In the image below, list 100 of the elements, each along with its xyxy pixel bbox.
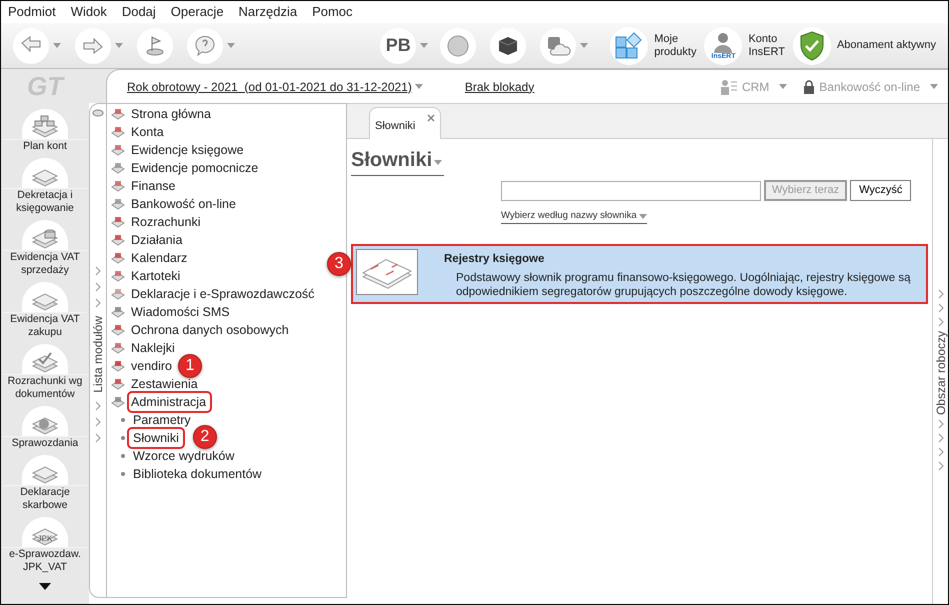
module-item[interactable]: Rozrachunki <box>131 212 200 232</box>
chevron-icon[interactable] <box>95 432 101 443</box>
module-icon <box>111 233 125 247</box>
sidebar-item[interactable]: Plan kont <box>3 139 87 153</box>
caret-icon <box>434 160 442 164</box>
menu-item[interactable]: Narzędzia <box>238 2 298 22</box>
chevron-icon[interactable] <box>938 447 944 458</box>
binder-icon <box>356 249 418 296</box>
scroll-down-icon[interactable] <box>39 583 51 590</box>
globe-icon[interactable] <box>445 32 472 58</box>
document-stack-icon[interactable]: JPK <box>22 517 68 547</box>
sidebar-item[interactable]: Deklaracje skarbowe <box>3 485 87 512</box>
chevron-icon[interactable] <box>938 419 944 430</box>
chevron-icon[interactable] <box>938 461 944 472</box>
module-item[interactable]: Naklejki <box>131 338 175 358</box>
module-icon[interactable] <box>22 220 68 250</box>
menu-item[interactable]: Pomoc <box>312 2 353 22</box>
page-title[interactable]: Słowniki <box>351 145 432 175</box>
module-item[interactable]: Działania <box>131 230 182 250</box>
toolbar-link[interactable]: Moje produkty <box>654 32 696 58</box>
pin-icon[interactable] <box>92 108 104 118</box>
caret-icon <box>420 43 428 48</box>
entry-title: Rejestry księgowe <box>444 252 546 268</box>
module-icon[interactable] <box>22 282 68 312</box>
menu-item[interactable]: Widok <box>70 2 107 22</box>
company-badge[interactable]: PB <box>380 28 416 64</box>
module-list-tab[interactable]: Lista modułów <box>89 316 107 393</box>
sidebar-item[interactable]: Rozrachunki wg dokumentów <box>3 374 87 401</box>
module-item[interactable]: Bankowość on-line <box>131 194 236 214</box>
module-subitem[interactable]: Słowniki <box>129 428 183 448</box>
module-icon <box>111 341 125 355</box>
module-item[interactable]: Administracja <box>129 392 210 412</box>
sidebar-item[interactable]: Sprawozdania <box>3 436 87 450</box>
menu-item[interactable]: Operacje <box>170 2 224 22</box>
module-icon[interactable] <box>22 455 68 485</box>
module-item[interactable]: Kalendarz <box>131 248 188 268</box>
module-icon <box>111 161 125 175</box>
caret-icon <box>930 84 938 89</box>
tab[interactable]: Słowniki <box>369 107 441 139</box>
module-item[interactable]: Finanse <box>131 176 176 196</box>
filter-selector[interactable]: Wybierz według nazwy słownika <box>501 209 637 224</box>
module-icon <box>111 143 125 157</box>
step-badge: 1 <box>178 354 202 378</box>
workspace-tab[interactable]: Obszar roboczy <box>932 331 948 416</box>
module-item[interactable]: Kartoteki <box>131 266 180 286</box>
module-item[interactable]: Konta <box>131 122 164 142</box>
caret-icon <box>227 43 235 48</box>
tiles-icon[interactable] <box>614 30 644 60</box>
module-item[interactable]: Deklaracje i e-Sprawozdawczość <box>131 284 314 304</box>
module-item[interactable]: Ewidencje księgowe <box>131 140 244 160</box>
search-field[interactable] <box>501 180 761 200</box>
toolbar-button[interactable] <box>490 28 526 64</box>
person-list-icon <box>720 78 738 94</box>
module-item[interactable]: Strona główna <box>131 104 211 124</box>
module-icon <box>111 251 125 265</box>
module-icon[interactable] <box>22 344 68 374</box>
module-icon <box>111 305 125 319</box>
chevron-icon[interactable] <box>95 416 101 427</box>
module-item[interactable]: Ewidencje pomocnicze <box>131 158 258 178</box>
module-icon[interactable] <box>22 109 68 139</box>
module-icon <box>111 377 125 391</box>
caret-icon <box>53 43 61 48</box>
shield-check-icon[interactable] <box>798 30 825 60</box>
module-subitem[interactable]: Biblioteka dokumentów <box>133 464 262 484</box>
close-icon[interactable] <box>427 114 435 122</box>
caret-icon <box>638 214 647 219</box>
module-icon[interactable] <box>22 158 68 188</box>
module-icon <box>111 215 125 229</box>
chevron-icon[interactable] <box>938 433 944 444</box>
dictionary-entry[interactable]: Rejestry księgowe Podstawowy słownik programu finansowo-księgowego. Uogólniając, rejestry księgowe są odpowiednikiem segregatorów grupujących poszczególne dowody księgowe. <box>351 244 928 304</box>
lock-status-link[interactable]: Brak blokady <box>464 78 534 96</box>
toolbar-link[interactable]: Abonament aktywny <box>836 39 936 52</box>
module-icon <box>111 269 125 283</box>
bullet-icon <box>121 418 125 422</box>
module-icon <box>111 179 125 193</box>
chevron-icon[interactable] <box>95 400 101 411</box>
module-icon[interactable] <box>22 406 68 436</box>
caret-icon <box>779 84 788 89</box>
sidebar-item[interactable]: Dekretacja i księgowanie <box>3 188 87 215</box>
module-icon <box>111 125 125 139</box>
module-item[interactable]: Ochrona danych osobowych <box>131 320 289 340</box>
module-icon <box>111 395 125 409</box>
module-subitem[interactable]: Wzorce wydruków <box>133 446 234 466</box>
fiscal-year-selector[interactable]: Rok obrotowy - 2021 (od 01-01-2021 do 31-12-2021) <box>127 78 412 96</box>
sidebar-item[interactable]: Ewidencja VAT zakupu <box>3 312 87 339</box>
sidebar-item[interactable]: Ewidencja VAT sprzedaży <box>3 250 87 277</box>
module-item[interactable]: vendiro <box>131 356 172 376</box>
menu-item[interactable]: Podmiot <box>8 2 56 22</box>
module-subitem[interactable]: Parametry <box>133 410 191 430</box>
module-icon <box>111 107 125 121</box>
module-icon <box>111 323 125 337</box>
step-badge: 2 <box>192 425 217 449</box>
clear-button[interactable]: Wyczyść <box>850 180 912 201</box>
menu-item[interactable]: Dodaj <box>122 2 156 22</box>
caret-icon <box>414 84 423 89</box>
module-icon <box>111 197 125 211</box>
sidebar-item[interactable]: e-Sprawozdaw. JPK_VAT <box>3 547 87 574</box>
module-item[interactable]: Wiadomości SMS <box>131 302 230 322</box>
toolbar-link[interactable]: Konto InsERT <box>748 32 785 58</box>
bullet-icon <box>121 454 125 458</box>
